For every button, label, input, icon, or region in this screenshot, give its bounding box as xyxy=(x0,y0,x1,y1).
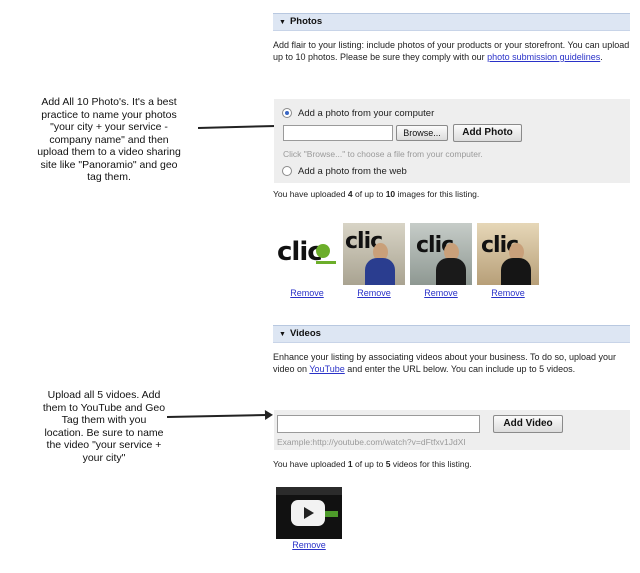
photo-count-status: You have uploaded 4 of up to 10 images f… xyxy=(273,189,480,199)
photo-guidelines-link[interactable]: photo submission guidelines xyxy=(487,52,600,62)
video-url-example: Example:http://youtube.com/watch?v=dFtfx… xyxy=(277,437,466,447)
person-figure xyxy=(365,243,395,285)
radio-unselected-icon[interactable] xyxy=(282,166,292,176)
video-frame-top xyxy=(276,487,342,495)
browse-button[interactable]: Browse... xyxy=(396,125,448,141)
arrow-right-icon xyxy=(197,124,277,130)
remove-photo-link[interactable]: Remove xyxy=(410,288,472,298)
photo-upload-hint: Click "Browse..." to choose a file from … xyxy=(283,149,483,159)
option-upload-from-computer[interactable]: Add a photo from your computer xyxy=(282,107,434,119)
triangle-down-icon: ▼ xyxy=(279,331,286,338)
photo-thumbnail: clic xyxy=(343,223,405,285)
photo-thumbnail: clic xyxy=(477,223,539,285)
triangle-down-icon: ▼ xyxy=(279,19,286,26)
photos-annotation: Add All 10 Photo's. It's a best practice… xyxy=(37,96,181,183)
option-add-from-web[interactable]: Add a photo from the web xyxy=(282,165,407,177)
add-video-button[interactable]: Add Video xyxy=(493,415,563,433)
photos-header-label: Photos xyxy=(289,16,323,27)
photo-thumbnail: clic xyxy=(276,223,338,285)
photos-description: Add flair to your listing: include photo… xyxy=(273,40,630,62)
remove-photo-link[interactable]: Remove xyxy=(477,288,539,298)
person-figure xyxy=(436,243,466,285)
videos-annotation: Upload all 5 vidoes. Add them to YouTube… xyxy=(42,389,166,464)
videos-description: Enhance your listing by associating vide… xyxy=(273,352,617,374)
remove-video-link[interactable]: Remove xyxy=(276,540,342,550)
video-thumbnail[interactable] xyxy=(276,487,342,539)
videos-header-label: Videos xyxy=(289,328,321,339)
video-count-status: You have uploaded 1 of up to 5 videos fo… xyxy=(273,459,472,469)
photos-section-header[interactable]: ▼ Photos xyxy=(273,13,630,31)
photo-thumbnail: clic xyxy=(410,223,472,285)
remove-photo-link[interactable]: Remove xyxy=(343,288,405,298)
remove-photo-link[interactable]: Remove xyxy=(276,288,338,298)
logo-tagline-bar xyxy=(316,261,336,264)
play-icon[interactable] xyxy=(291,500,325,526)
add-photo-button[interactable]: Add Photo xyxy=(453,124,522,142)
logo-mark xyxy=(316,244,330,258)
videos-section-header[interactable]: ▼ Videos xyxy=(273,325,630,343)
photo-file-input[interactable] xyxy=(283,125,393,141)
radio-selected-icon[interactable] xyxy=(282,108,292,118)
video-url-input[interactable] xyxy=(277,415,480,433)
youtube-link[interactable]: YouTube xyxy=(309,364,344,374)
person-figure xyxy=(501,243,531,285)
